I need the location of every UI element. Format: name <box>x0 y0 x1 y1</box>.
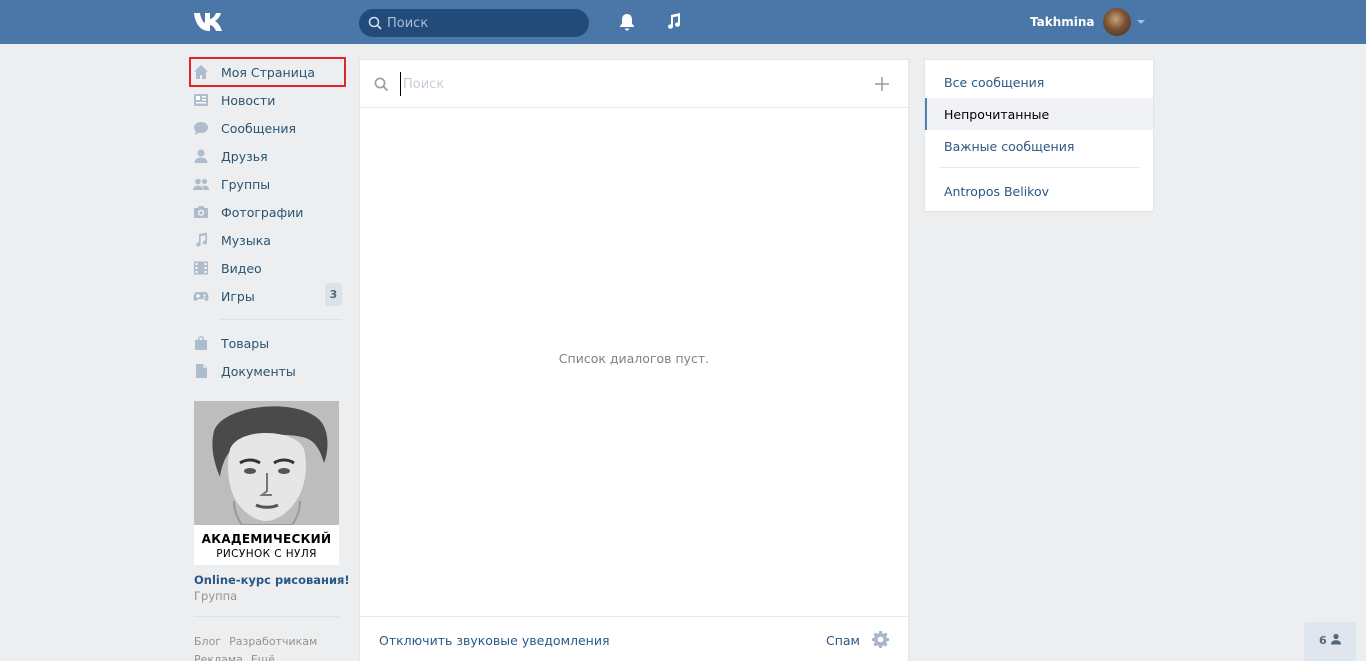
nav-label: Музыка <box>221 233 271 248</box>
home-icon <box>194 65 208 79</box>
nav-item-messages[interactable]: Сообщения <box>190 114 345 142</box>
nav-item-documents[interactable]: Документы <box>190 357 345 385</box>
filter-label: Важные сообщения <box>944 139 1075 154</box>
ad-banner[interactable]: АКАДЕМИЧЕСКИЙ РИСУНОК С НУЛЯ <box>194 401 339 565</box>
footer-link-blog[interactable]: Блог <box>194 635 221 648</box>
filter-label: Все сообщения <box>944 75 1045 90</box>
friend-icon <box>194 149 208 163</box>
ad-subheadline: РИСУНОК С НУЛЯ <box>216 548 317 560</box>
chevron-down-icon[interactable] <box>1137 20 1145 24</box>
nav-label: Фотографии <box>221 205 304 220</box>
nav-label: Товары <box>221 336 270 351</box>
nav-divider <box>220 319 342 320</box>
search-icon <box>374 77 389 92</box>
games-count-badge: 3 <box>325 283 342 306</box>
bag-icon <box>195 336 207 350</box>
ad-subtitle: Группа <box>194 589 238 603</box>
filter-unread[interactable]: Непрочитанные <box>925 98 1153 130</box>
camera-icon <box>194 206 208 218</box>
messages-icon <box>194 122 208 135</box>
online-friends-widget[interactable]: 6 <box>1304 622 1356 661</box>
nav-item-friends[interactable]: Друзья <box>190 142 345 170</box>
nav-label: Группы <box>221 177 271 192</box>
nav-item-goods[interactable]: Товары <box>190 329 345 357</box>
nav-item-my-page[interactable]: Моя Страница <box>189 57 346 87</box>
dialogs-footer: Отключить звуковые уведомления Спам <box>360 616 908 661</box>
nav-label: Видео <box>221 261 262 276</box>
filter-label: Непрочитанные <box>944 107 1050 122</box>
nav-label: Игры <box>221 289 255 304</box>
header-search[interactable] <box>359 9 589 37</box>
top-bar: Takhmina <box>0 0 1366 44</box>
ad-image <box>194 401 339 525</box>
nav-label: Моя Страница <box>221 65 315 80</box>
contact-label: Antropos Belikov <box>944 184 1050 199</box>
document-icon <box>196 364 207 378</box>
dialogs-search-bar <box>360 60 908 108</box>
vk-logo-icon[interactable] <box>193 11 229 33</box>
ad-title-link[interactable]: Online-курс рисования! <box>194 573 350 587</box>
person-icon <box>1331 633 1341 645</box>
groups-icon <box>193 178 209 190</box>
search-icon <box>368 16 382 30</box>
ad-headline: АКАДЕМИЧЕСКИЙ <box>201 532 332 546</box>
footer-links: Блог Разработчикам Реклама Ещё <box>194 633 344 661</box>
footer-link-more[interactable]: Ещё <box>251 653 275 661</box>
filter-menu: Все сообщения Непрочитанные Важные сообщ… <box>924 59 1154 212</box>
filter-all-messages[interactable]: Все сообщения <box>925 66 1153 98</box>
empty-dialogs-text: Список диалогов пуст. <box>558 351 710 366</box>
spam-link[interactable]: Спам <box>826 633 860 648</box>
online-count: 6 <box>1319 634 1327 647</box>
dialogs-panel: Список диалогов пуст. Отключить звуковые… <box>359 59 909 661</box>
mute-sounds-link[interactable]: Отключить звуковые уведомления <box>379 633 610 648</box>
left-nav: Моя Страница Новости Сообщения Друзья Гр… <box>189 57 346 385</box>
nav-item-video[interactable]: Видео <box>190 254 345 282</box>
nav-label: Сообщения <box>221 121 297 136</box>
portrait-sketch-image <box>194 401 339 525</box>
user-name[interactable]: Takhmina <box>1030 15 1095 29</box>
nav-item-groups[interactable]: Группы <box>190 170 345 198</box>
nav-item-photos[interactable]: Фотографии <box>190 198 345 226</box>
plus-icon[interactable] <box>874 76 890 92</box>
avatar[interactable] <box>1103 8 1131 36</box>
gamepad-icon <box>193 292 209 301</box>
nav-label: Документы <box>221 364 296 379</box>
nav-label: Новости <box>221 93 276 108</box>
nav-label: Друзья <box>221 149 268 164</box>
footer-link-ads[interactable]: Реклама <box>194 653 243 661</box>
nav-item-news[interactable]: Новости <box>190 86 345 114</box>
gear-icon[interactable] <box>871 630 890 649</box>
music-note-icon[interactable] <box>663 12 683 32</box>
nav-item-music[interactable]: Музыка <box>190 226 345 254</box>
nav-item-games[interactable]: Игры 3 <box>190 282 345 310</box>
bell-icon[interactable] <box>617 12 637 32</box>
dialogs-search-input[interactable] <box>400 72 840 96</box>
video-icon <box>194 261 208 275</box>
filter-contact[interactable]: Antropos Belikov <box>925 175 1153 207</box>
filter-important[interactable]: Важные сообщения <box>925 130 1153 162</box>
music-icon <box>196 232 208 247</box>
filter-divider <box>939 167 1139 168</box>
header-search-input[interactable] <box>387 9 583 37</box>
footer-link-developers[interactable]: Разработчикам <box>229 635 317 648</box>
news-icon <box>194 94 208 106</box>
left-divider <box>194 616 339 617</box>
